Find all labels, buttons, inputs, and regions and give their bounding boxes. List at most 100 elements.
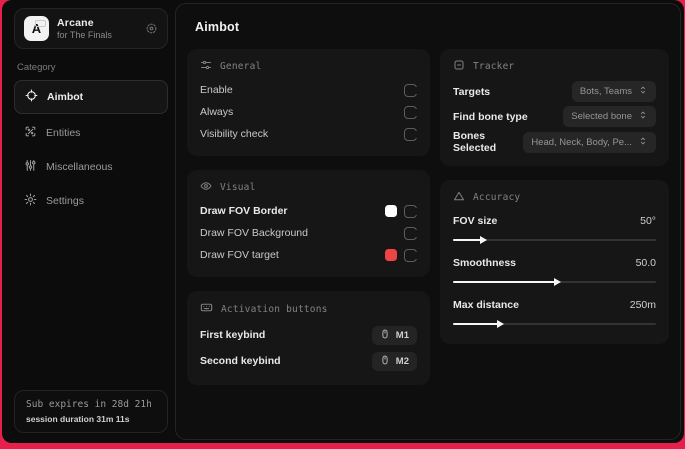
setting-label: Targets bbox=[453, 85, 491, 98]
setting-row-second-keybind: Second keybind M2 bbox=[200, 348, 417, 374]
sidebar-item-miscellaneous[interactable]: Miscellaneous bbox=[14, 150, 168, 184]
setting-row-draw-fov-target: Draw FOV target bbox=[200, 244, 419, 266]
setting-row-draw-fov-border: Draw FOV Border bbox=[200, 200, 419, 222]
sidebar-item-settings[interactable]: Settings bbox=[14, 184, 168, 218]
mouse-icon bbox=[380, 329, 390, 342]
sidebar-item-label: Settings bbox=[46, 195, 84, 207]
chevrons-up-down-icon bbox=[638, 110, 648, 123]
fov-border-color-swatch[interactable] bbox=[385, 205, 397, 217]
setting-label: Enable bbox=[200, 84, 233, 96]
tracker-card: Tracker Targets Bots, Teams Find bone ty… bbox=[440, 49, 669, 166]
setting-row-fov-size: FOV size 50° bbox=[453, 210, 656, 246]
app-name: Arcane bbox=[57, 17, 94, 29]
tracker-header: Tracker bbox=[453, 59, 656, 74]
setting-label: First keybind bbox=[200, 329, 266, 341]
main-panel: Aimbot General Enable Always Visibility … bbox=[175, 3, 681, 440]
triangle-icon bbox=[453, 190, 465, 205]
general-header: General bbox=[200, 59, 417, 74]
enable-checkbox[interactable] bbox=[404, 83, 419, 97]
slider-fill bbox=[453, 236, 488, 244]
section-title: Activation buttons bbox=[221, 303, 328, 315]
category-label: Category bbox=[17, 62, 56, 73]
setting-row-find-bone-type: Find bone type Selected bone bbox=[453, 104, 656, 129]
dropdown-value: Bots, Teams bbox=[579, 86, 632, 97]
setting-row-smoothness: Smoothness 50.0 bbox=[453, 252, 656, 288]
bones-selected-dropdown[interactable]: Head, Neck, Body, Pe... bbox=[523, 131, 656, 153]
sidebar-item-label: Miscellaneous bbox=[46, 161, 113, 173]
general-card: General Enable Always Visibility check bbox=[187, 49, 430, 156]
visual-header: Visual bbox=[200, 180, 417, 195]
first-keybind-button[interactable]: M1 bbox=[371, 325, 417, 345]
setting-row-first-keybind: First keybind M1 bbox=[200, 322, 417, 348]
accuracy-header: Accuracy bbox=[453, 190, 656, 205]
sidebar-item-aimbot[interactable]: Aimbot bbox=[14, 80, 168, 114]
setting-label: Draw FOV target bbox=[200, 249, 279, 261]
always-checkbox[interactable] bbox=[404, 105, 419, 119]
visual-card: Visual Draw FOV Border Draw FOV Backgrou… bbox=[187, 170, 430, 277]
subscription-info: Sub expires in 28d 21h session duration … bbox=[14, 390, 168, 433]
left-column: General Enable Always Visibility check V… bbox=[187, 49, 430, 399]
visibility-check-checkbox[interactable] bbox=[404, 127, 419, 141]
setting-label: Find bone type bbox=[453, 110, 528, 123]
gear-icon bbox=[24, 193, 37, 209]
section-title: General bbox=[220, 61, 262, 72]
setting-row-bones-selected: Bones Selected Head, Neck, Body, Pe... bbox=[453, 129, 656, 155]
sidebar-item-entities[interactable]: Entities bbox=[14, 116, 168, 150]
brand-card: A Arcane for The Finals bbox=[14, 8, 168, 49]
setting-label: Draw FOV Background bbox=[200, 227, 308, 239]
setting-row-targets: Targets Bots, Teams bbox=[453, 79, 656, 104]
sliders-horizontal-icon bbox=[200, 59, 212, 74]
sync-icon[interactable] bbox=[145, 22, 158, 35]
second-keybind-button[interactable]: M2 bbox=[371, 351, 417, 371]
setting-row-draw-fov-background: Draw FOV Background bbox=[200, 222, 419, 244]
setting-label: FOV size bbox=[453, 215, 498, 227]
chevrons-up-down-icon bbox=[638, 85, 648, 98]
frame-icon bbox=[453, 59, 465, 74]
chevrons-up-down-icon bbox=[638, 136, 648, 149]
session-duration-text: session duration 31m 11s bbox=[26, 414, 130, 424]
slider-fill bbox=[453, 278, 560, 286]
fov-size-slider[interactable] bbox=[453, 234, 656, 246]
brand-text: Arcane for The Finals bbox=[57, 17, 137, 40]
sub-expiry-text: Sub expires in 28d 21h bbox=[26, 399, 152, 410]
dropdown-value: Selected bone bbox=[571, 111, 632, 122]
targets-dropdown[interactable]: Bots, Teams bbox=[571, 81, 656, 102]
fov-target-color-swatch[interactable] bbox=[385, 249, 397, 261]
setting-label: Smoothness bbox=[453, 257, 517, 269]
section-title: Accuracy bbox=[473, 192, 521, 203]
max-distance-slider[interactable] bbox=[453, 318, 656, 330]
draw-fov-background-checkbox[interactable] bbox=[404, 226, 419, 240]
setting-row-always: Always bbox=[200, 101, 419, 123]
find-bone-type-dropdown[interactable]: Selected bone bbox=[563, 106, 656, 127]
sidebar-nav: Aimbot Entities Miscellaneous Settings bbox=[14, 80, 168, 218]
draw-fov-border-checkbox[interactable] bbox=[404, 204, 419, 218]
slider-value: 250m bbox=[629, 299, 656, 311]
sidebar: A Arcane for The Finals Category Aimbot bbox=[2, 0, 174, 443]
setting-row-enable: Enable bbox=[200, 79, 419, 101]
smoothness-slider[interactable] bbox=[453, 276, 656, 288]
logo-letter: A bbox=[31, 21, 42, 36]
right-column: Tracker Targets Bots, Teams Find bone ty… bbox=[440, 49, 669, 358]
setting-label: Bones Selected bbox=[453, 130, 497, 154]
slider-value: 50.0 bbox=[635, 257, 656, 269]
sliders-vertical-icon bbox=[24, 159, 37, 175]
slider-value: 50° bbox=[640, 215, 656, 227]
setting-label: Visibility check bbox=[200, 128, 269, 140]
setting-row-visibility-check: Visibility check bbox=[200, 123, 419, 145]
draw-fov-target-checkbox[interactable] bbox=[404, 248, 419, 262]
accuracy-card: Accuracy FOV size 50° Smoothness 50.0 Ma… bbox=[440, 180, 669, 344]
activation-header: Activation buttons bbox=[200, 301, 417, 317]
keybind-value: M1 bbox=[395, 329, 409, 341]
section-title: Visual bbox=[220, 182, 256, 193]
slider-fill bbox=[453, 320, 504, 328]
keyboard-icon bbox=[200, 301, 213, 317]
keybind-value: M2 bbox=[395, 355, 409, 367]
section-title: Tracker bbox=[473, 61, 515, 72]
setting-label: Always bbox=[200, 106, 234, 118]
eye-icon bbox=[200, 180, 212, 195]
mouse-icon bbox=[380, 355, 390, 368]
activation-buttons-card: Activation buttons First keybind M1 Seco… bbox=[187, 291, 430, 385]
content-columns: General Enable Always Visibility check V… bbox=[187, 49, 669, 399]
scan-eye-icon bbox=[24, 125, 37, 141]
app-subtitle: for The Finals bbox=[57, 30, 112, 40]
